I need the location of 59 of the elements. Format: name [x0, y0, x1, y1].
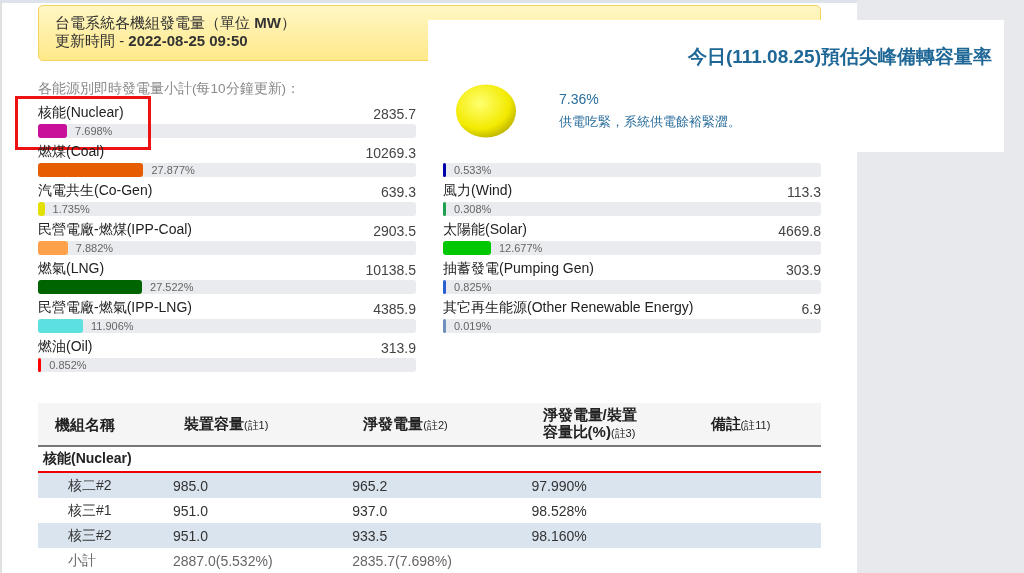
- source-label: 燃氣(LNG): [38, 260, 105, 278]
- unit-name: 小計: [68, 551, 96, 568]
- source-value: 639.3: [380, 184, 416, 200]
- share-percent: 11.906%: [91, 320, 134, 332]
- source-label: 核能(Nuclear): [38, 104, 124, 122]
- reserve-rate: 7.36%: [559, 91, 600, 107]
- source-value: 303.9: [785, 262, 821, 278]
- source-value: 313.9: [380, 340, 416, 356]
- table-cell: 2835.7(7.698%): [352, 552, 452, 569]
- table-cell: 937.0: [352, 502, 388, 519]
- source-label: 民營電廠-燃氣(IPP-LNG): [38, 299, 192, 317]
- source-label: 其它再生能源(Other Renewable Energy): [443, 299, 694, 317]
- source-label: 太陽能(Solar): [443, 221, 527, 239]
- source-value: 4385.9: [373, 301, 416, 317]
- banner-title: 台電系統各機組發電量（單位 MW）: [55, 14, 297, 32]
- table-cell: 951.0: [172, 502, 208, 519]
- share-percent: 27.877%: [151, 164, 195, 176]
- update-time: 更新時間 - 2022-08-25 09:50: [55, 32, 249, 50]
- source-label: 汽電共生(Co-Gen): [38, 182, 153, 200]
- table-cell: 965.2: [352, 477, 388, 494]
- share-percent: 27.522%: [150, 281, 194, 293]
- table-cell: 2887.0(5.532%): [172, 552, 273, 569]
- table-cell: 951.0: [172, 527, 208, 544]
- source-value: 2903.5: [373, 223, 416, 239]
- source-value: 2835.7: [373, 106, 416, 122]
- share-percent: 0.852%: [49, 359, 87, 371]
- table-cell: 985.0: [172, 477, 208, 494]
- supply-message: 供電吃緊，系統供電餘裕緊澀。: [559, 113, 741, 131]
- source-value: 10269.3: [365, 145, 416, 161]
- source-label: 風力(Wind): [443, 182, 513, 200]
- table-cell: 98.528%: [531, 502, 587, 519]
- share-percent: 7.698%: [75, 125, 113, 137]
- column-header: 淨發電量(註2): [343, 403, 523, 446]
- table-cell: 97.990%: [531, 477, 587, 494]
- unit-name: 核三#1: [68, 501, 112, 518]
- share-percent: 12.677%: [498, 242, 543, 254]
- share-percent: 0.825%: [454, 281, 492, 293]
- table-cell: 98.160%: [531, 527, 587, 544]
- section-subtitle: 各能源別即時發電量小計(每10分鐘更新)：: [38, 81, 300, 96]
- popup-title: 今日(111.08.25)預估尖峰備轉容量率: [687, 46, 992, 67]
- source-value: 4669.8: [778, 223, 821, 239]
- source-label: 抽蓄發電(Pumping Gen): [443, 260, 594, 278]
- source-value: 6.9: [801, 301, 821, 317]
- share-percent: 0.308%: [454, 203, 492, 215]
- unit-name: 核三#2: [68, 526, 112, 543]
- share-percent: 1.735%: [52, 203, 90, 215]
- source-label: 燃油(Oil): [38, 338, 93, 356]
- source-label: 民營電廠-燃煤(IPP-Coal): [38, 221, 192, 239]
- column-header: 備註(註11): [690, 403, 821, 446]
- source-value: 10138.5: [365, 262, 416, 278]
- share-percent: 0.533%: [454, 164, 492, 176]
- source-value: 113.3: [787, 184, 821, 200]
- unit-name: 核二#2: [68, 476, 112, 493]
- column-header: 裝置容量(註1): [163, 403, 344, 446]
- column-header: 淨發電量/裝置容量比(%)(註3): [522, 403, 691, 446]
- table-cell: 933.5: [352, 527, 388, 544]
- share-percent: 7.882%: [75, 242, 114, 254]
- column-header: 機組名稱: [38, 403, 164, 446]
- share-percent: 0.019%: [454, 320, 492, 332]
